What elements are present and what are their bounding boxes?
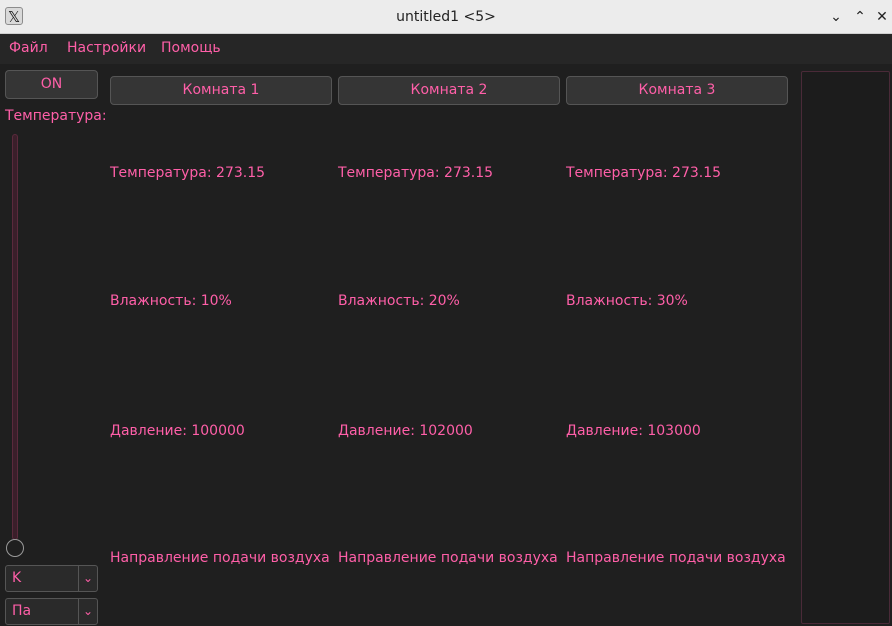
chevron-down-icon[interactable]: ⌄ (78, 599, 97, 624)
room-3-humidity: Влажность: 30% (566, 293, 688, 309)
room-2-button[interactable]: Комната 2 (338, 76, 560, 105)
menu-settings[interactable]: Настройки (67, 34, 146, 62)
room-1-button[interactable]: Комната 1 (110, 76, 332, 105)
room-2-temperature: Температура: 273.15 (338, 165, 494, 181)
room-1-pressure: Давление: 100000 (110, 423, 245, 439)
menu-bar: Файл Настройки Помощь (0, 34, 892, 64)
close-icon[interactable]: ✕ (873, 8, 891, 26)
room-3-temperature: Температура: 273.15 (566, 165, 722, 181)
room-2-humidity: Влажность: 20% (338, 293, 460, 309)
temperature-unit-value: K (12, 570, 22, 586)
room-2-pressure: Давление: 102000 (338, 423, 473, 439)
room-3-pressure: Давление: 103000 (566, 423, 701, 439)
room-1-temperature: Температура: 273.15 (110, 165, 266, 181)
title-bar: 𝕏 untitled1 <5> ⌄ ⌃ ✕ (0, 0, 892, 34)
side-panel (801, 71, 890, 624)
menu-file[interactable]: Файл (9, 34, 48, 62)
room-1-air-direction: Направление подачи воздуха (110, 550, 330, 566)
minimize-icon[interactable]: ⌄ (827, 8, 845, 26)
room-3-button[interactable]: Комната 3 (566, 76, 788, 105)
on-button[interactable]: ON (5, 70, 98, 99)
pressure-unit-value: Па (12, 603, 32, 619)
room-3-air-direction: Направление подачи воздуха (566, 550, 786, 566)
room-1-humidity: Влажность: 10% (110, 293, 232, 309)
window-title: untitled1 <5> (396, 9, 496, 25)
temperature-slider[interactable] (12, 134, 18, 540)
temperature-slider-handle[interactable] (6, 539, 24, 557)
temperature-unit-select[interactable]: K ⌄ (5, 565, 98, 592)
pressure-unit-select[interactable]: Па ⌄ (5, 598, 98, 625)
room-2-air-direction: Направление подачи воздуха (338, 550, 558, 566)
menu-help[interactable]: Помощь (161, 34, 221, 62)
maximize-icon[interactable]: ⌃ (851, 8, 869, 26)
temperature-slider-label: Температура: (5, 108, 107, 124)
chevron-down-icon[interactable]: ⌄ (78, 566, 97, 591)
